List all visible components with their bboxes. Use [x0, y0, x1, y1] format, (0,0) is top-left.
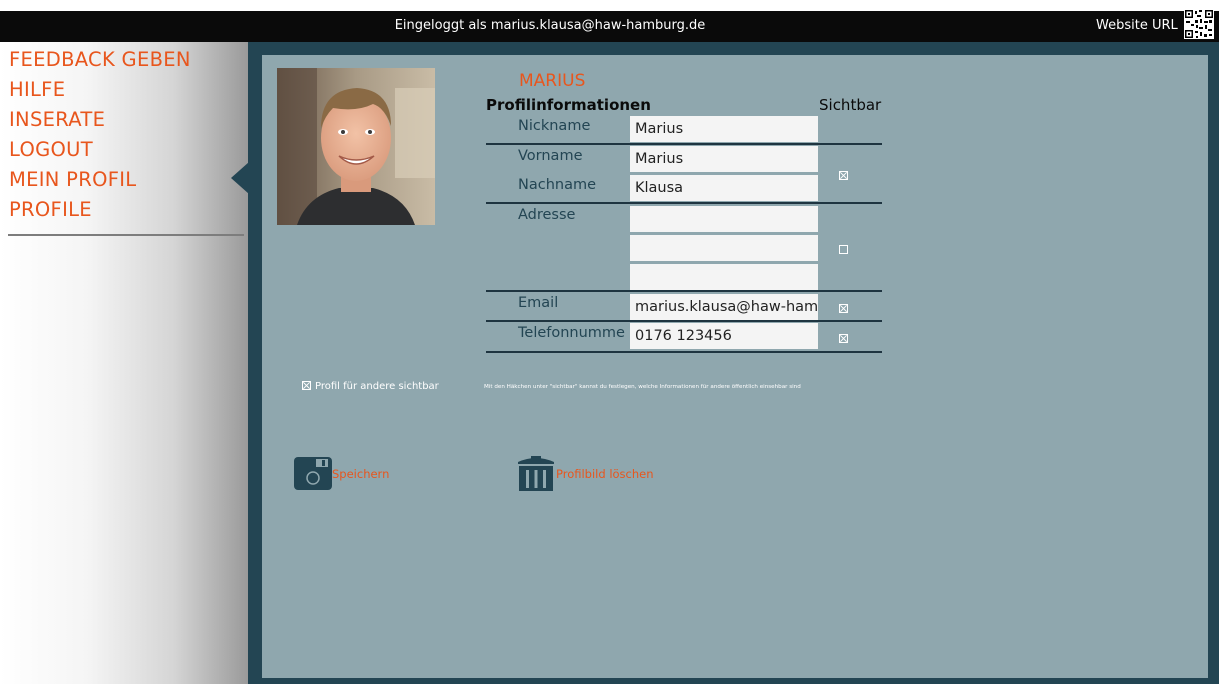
divider — [486, 202, 882, 204]
nachname-label: Nachname — [518, 177, 597, 193]
sidebar-item-mein-profil[interactable]: MEIN PROFIL — [9, 168, 136, 191]
name-visible-checkbox[interactable] — [839, 171, 848, 180]
telefon-visible-checkbox[interactable] — [839, 334, 848, 343]
divider — [486, 290, 882, 292]
profile-visible-toggle[interactable]: Profil für andere sichtbar — [302, 381, 439, 392]
email-field[interactable] — [630, 294, 818, 320]
section-title: Profilinformationen — [486, 96, 651, 114]
sidebar-item-inserate[interactable]: INSERATE — [9, 108, 105, 131]
divider — [486, 351, 882, 353]
divider — [486, 320, 882, 322]
nickname-field[interactable] — [630, 116, 818, 142]
sidebar-item-hilfe[interactable]: HILFE — [9, 78, 65, 101]
adresse-line2-field[interactable] — [630, 235, 818, 261]
website-url-link[interactable]: Website URL — [1096, 18, 1178, 33]
vorname-field[interactable] — [630, 146, 818, 172]
qr-code-icon[interactable] — [1184, 9, 1214, 39]
email-visible-checkbox[interactable] — [839, 304, 848, 313]
active-item-pointer — [231, 162, 249, 194]
adresse-line1-field[interactable] — [630, 206, 818, 232]
sidebar-item-logout[interactable]: LOGOUT — [9, 138, 93, 161]
nickname-label: Nickname — [518, 118, 591, 134]
profile-photo — [277, 68, 435, 225]
visibility-hint: Mit den Häkchen unter "sichtbar" kannst … — [484, 384, 801, 390]
sidebar-divider — [8, 234, 244, 236]
profile-display-name: MARIUS — [519, 71, 586, 91]
adresse-visible-checkbox[interactable] — [839, 245, 848, 254]
adresse-line3-field[interactable] — [630, 264, 818, 290]
visible-column-header: Sichtbar — [819, 96, 882, 114]
profile-visible-checkbox[interactable] — [302, 381, 311, 390]
telefon-field[interactable] — [630, 323, 818, 349]
adresse-label: Adresse — [518, 207, 576, 223]
top-bar: Eingeloggt als marius.klausa@haw-hamburg… — [0, 11, 1219, 42]
delete-photo-label: Profilbild löschen — [556, 467, 654, 481]
email-label: Email — [518, 295, 559, 311]
divider — [486, 143, 882, 145]
floppy-disk-icon — [294, 457, 332, 490]
vorname-label: Vorname — [518, 148, 583, 164]
profile-visible-label: Profil für andere sichtbar — [315, 381, 439, 392]
nachname-field[interactable] — [630, 175, 818, 201]
save-label: Speichern — [332, 467, 390, 481]
login-status: Eingeloggt als marius.klausa@haw-hamburg… — [394, 18, 706, 33]
sidebar-item-profile[interactable]: PROFILE — [9, 198, 92, 221]
telefon-label: Telefonnumme — [518, 325, 625, 341]
sidebar-item-feedback[interactable]: FEEDBACK GEBEN — [9, 48, 191, 71]
trash-icon — [518, 456, 554, 491]
